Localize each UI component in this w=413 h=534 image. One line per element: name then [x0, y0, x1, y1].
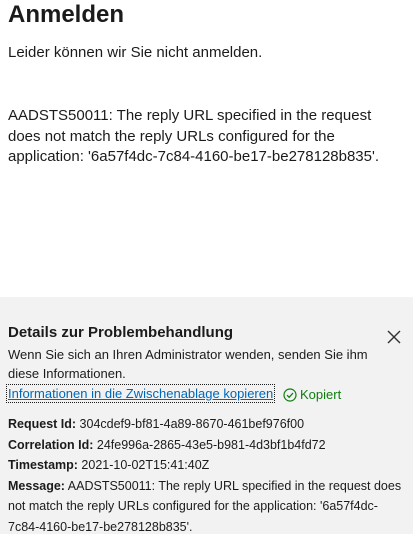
- troubleshooting-hint: Wenn Sie sich an Ihren Administrator wen…: [8, 347, 368, 381]
- correlation-id-value: 24fe996a-2865-43e5-b981-4d3bf1b4fd72: [96, 437, 326, 452]
- troubleshooting-info: Request Id: 304cdef9-bf81-4a89-8670-461b…: [8, 414, 408, 534]
- message-label: Message:: [8, 478, 65, 493]
- message-row: Message: AADSTS50011: The reply URL spec…: [8, 476, 408, 534]
- request-id-row: Request Id: 304cdef9-bf81-4a89-8670-461b…: [8, 414, 408, 435]
- sign-in-error-page: Anmelden Leider können wir Sie nicht anm…: [0, 0, 413, 534]
- close-icon: [387, 330, 401, 344]
- request-id-value: 304cdef9-bf81-4a89-8670-461bef976f00: [79, 417, 305, 431]
- message-value: AADSTS50011: The reply URL specified in …: [8, 478, 402, 534]
- troubleshooting-panel: Details zur Problembehandlung Wenn Sie s…: [0, 297, 413, 534]
- copied-label: Kopiert: [300, 387, 342, 402]
- timestamp-label: Timestamp:: [8, 458, 78, 472]
- checkmark-circle-icon: [283, 387, 297, 402]
- copied-status: Kopiert: [283, 386, 341, 403]
- timestamp-row: Timestamp: 2021-10-02T15:41:40Z: [8, 455, 408, 476]
- copy-to-clipboard-link[interactable]: Informationen in die Zwischenablage kopi…: [5, 384, 276, 403]
- request-id-label: Request Id:: [8, 417, 77, 431]
- correlation-id-row: Correlation Id: 24fe996a-2865-43e5-b981-…: [8, 435, 408, 456]
- error-message: AADSTS50011: The reply URL specified in …: [8, 107, 380, 165]
- close-button[interactable]: [384, 327, 404, 347]
- page-subtitle: Leider können wir Sie nicht anmelden.: [8, 44, 263, 61]
- correlation-id-label: Correlation Id:: [8, 437, 94, 452]
- troubleshooting-title: Details zur Problembehandlung: [8, 324, 234, 341]
- timestamp-value: 2021-10-02T15:41:40Z: [81, 458, 210, 472]
- page-title: Anmelden: [8, 1, 125, 28]
